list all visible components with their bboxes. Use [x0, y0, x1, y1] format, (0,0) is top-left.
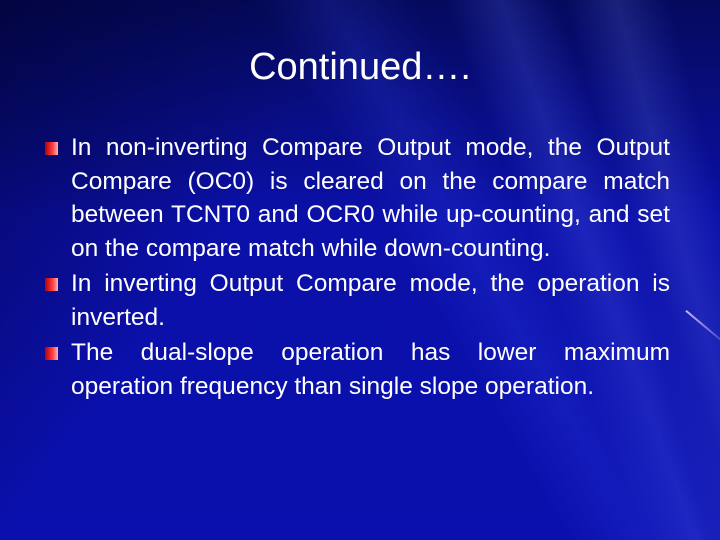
red-square-bullet-icon: [45, 278, 58, 291]
bullet-list: In non-inverting Compare Output mode, th…: [45, 131, 670, 405]
bullet-text: In inverting Output Compare mode, the op…: [71, 270, 670, 331]
bullet-text: In non-inverting Compare Output mode, th…: [71, 134, 670, 262]
bullet-text: The dual-slope operation has lower maxim…: [71, 339, 670, 400]
slide-title: Continued….: [249, 46, 471, 88]
red-square-bullet-icon: [45, 142, 58, 155]
bullet-item: In non-inverting Compare Output mode, th…: [45, 131, 670, 265]
bullet-item: In inverting Output Compare mode, the op…: [45, 267, 670, 334]
red-square-bullet-icon: [45, 347, 58, 360]
bullet-item: The dual-slope operation has lower maxim…: [45, 336, 670, 403]
